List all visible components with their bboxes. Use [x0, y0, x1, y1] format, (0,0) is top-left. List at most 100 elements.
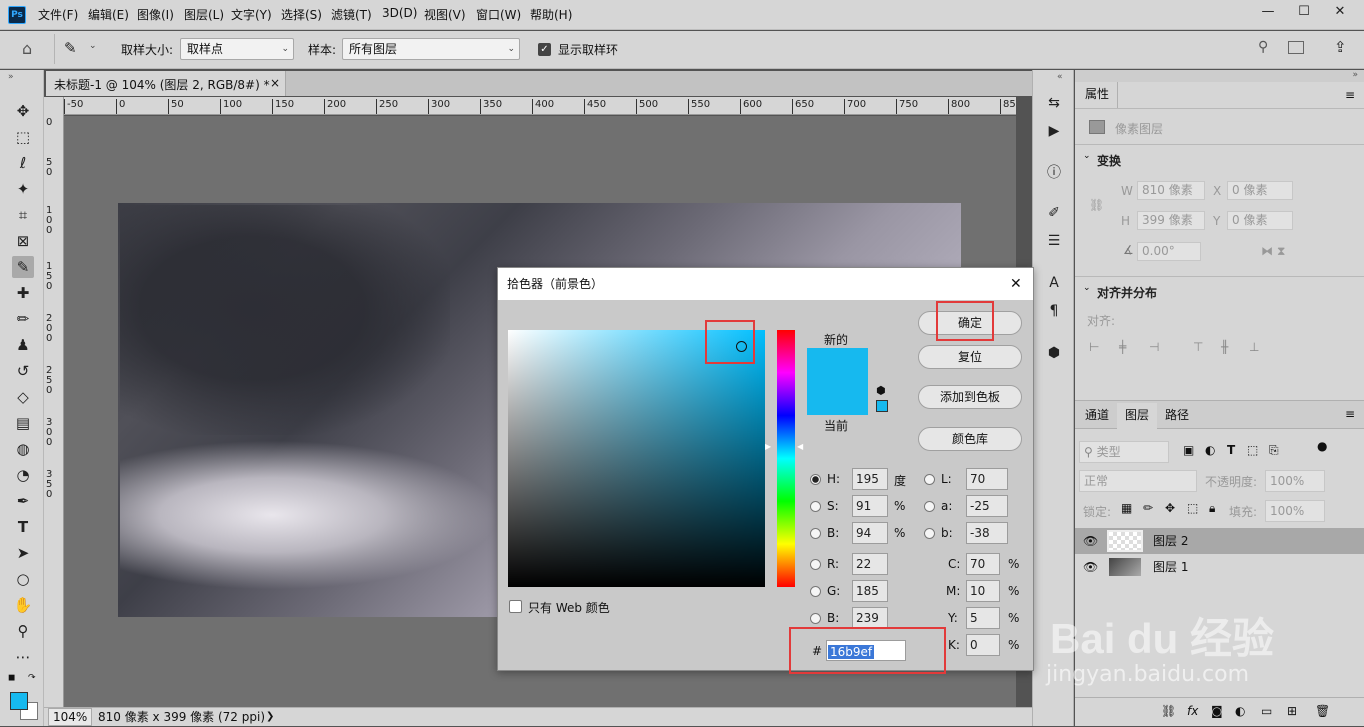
dodge-tool-icon[interactable]: ◔ [12, 464, 34, 486]
close-window-button[interactable]: ✕ [1322, 0, 1358, 26]
align-vcenter-icon[interactable]: ╫ [1221, 340, 1228, 354]
sample-select[interactable]: 所有图层 ⌄ [342, 38, 520, 60]
trash-icon[interactable]: 🗑︎ [1315, 704, 1330, 718]
menu-view[interactable]: 视图(V) [424, 6, 466, 23]
radio-lab-b[interactable] [924, 528, 935, 539]
hand-tool-icon[interactable]: ✋ [12, 594, 34, 616]
radio-g[interactable] [810, 586, 821, 597]
eye-icon[interactable]: 👁︎ [1083, 554, 1098, 580]
eyedropper-tool-preset-icon[interactable]: ✎ [64, 39, 77, 57]
k-field[interactable]: 0 [966, 634, 1000, 656]
minimize-button[interactable]: — [1250, 0, 1286, 26]
menu-window[interactable]: 窗口(W) [476, 6, 521, 23]
fx-icon[interactable]: fx [1187, 704, 1198, 718]
lock-all-icon[interactable]: 🔒︎ [1209, 501, 1215, 516]
lasso-tool-icon[interactable]: ℓ [12, 152, 34, 174]
flip-vertical-icon[interactable]: ⧗ [1277, 244, 1285, 259]
healing-brush-tool-icon[interactable]: ✚ [12, 282, 34, 304]
menu-image[interactable]: 图像(I) [137, 6, 174, 23]
web-safe-swatch[interactable] [876, 400, 888, 412]
h-field[interactable]: 195 [852, 468, 888, 490]
radio-l[interactable] [924, 474, 935, 485]
zoom-field[interactable]: 104% [48, 708, 93, 726]
layer-row[interactable]: 👁︎ 图层 2 [1075, 528, 1364, 554]
menu-3d[interactable]: 3D(D) [382, 6, 417, 20]
hue-slider-right-arrow[interactable]: ◀ [797, 442, 803, 451]
hue-slider-left-arrow[interactable]: ▶ [765, 442, 771, 451]
m-field[interactable]: 10 [966, 580, 1000, 602]
filter-smart-icon[interactable]: ⎘ [1269, 443, 1279, 458]
align-bottom-icon[interactable]: ⊥ [1249, 340, 1259, 354]
flip-horizontal-icon[interactable]: ⧓ [1261, 244, 1273, 258]
vertical-ruler[interactable]: 0 5 0 1 0 0 1 5 0 2 0 0 2 5 0 3 0 0 3 5 … [44, 97, 64, 707]
radio-a[interactable] [924, 501, 935, 512]
path-selection-tool-icon[interactable]: ➤ [12, 542, 34, 564]
brush-tool-icon[interactable]: ✏ [12, 308, 34, 330]
workspace-icon[interactable] [1288, 41, 1304, 54]
collapse-icon[interactable]: » [8, 72, 14, 82]
menu-file[interactable]: 文件(F) [38, 6, 78, 23]
menu-type[interactable]: 文字(Y) [231, 6, 272, 23]
brush-settings-icon[interactable]: ✐ [1043, 202, 1065, 224]
crop-tool-icon[interactable]: ⌗ [12, 204, 34, 226]
character-icon[interactable]: A [1043, 272, 1065, 294]
radio-r[interactable] [810, 559, 821, 570]
menu-select[interactable]: 选择(S) [281, 6, 322, 23]
web-only-checkbox[interactable] [509, 600, 522, 613]
color-libraries-button[interactable]: 颜色库 [918, 427, 1022, 451]
current-color-swatch[interactable] [807, 383, 868, 415]
type-tool-icon[interactable]: T [12, 516, 34, 538]
lock-position-icon[interactable]: ✥ [1165, 501, 1175, 515]
swap-colors-icon[interactable]: ↷ [28, 673, 36, 683]
tab-properties[interactable]: 属性 [1077, 82, 1119, 108]
menu-help[interactable]: 帮助(H) [530, 6, 572, 23]
magic-wand-tool-icon[interactable]: ✦ [12, 178, 34, 200]
reset-button[interactable]: 复位 [918, 345, 1022, 369]
g-field[interactable]: 185 [852, 580, 888, 602]
layer-row[interactable]: 👁︎ 图层 1 [1075, 554, 1364, 580]
align-hcenter-icon[interactable]: ╪ [1119, 340, 1126, 354]
b-field[interactable]: 94 [852, 522, 888, 544]
stamp-tool-icon[interactable]: ♟ [12, 334, 34, 356]
history-brush-tool-icon[interactable]: ↺ [12, 360, 34, 382]
mask-icon[interactable]: ◙ [1211, 704, 1223, 718]
foreground-color-swatch[interactable] [10, 692, 28, 710]
move-tool-icon[interactable]: ✥ [12, 100, 34, 122]
height-field[interactable]: 399 像素 [1137, 211, 1205, 230]
chevron-right-icon[interactable]: ❯ [266, 708, 274, 726]
gradient-tool-icon[interactable]: ▤ [12, 412, 34, 434]
align-left-icon[interactable]: ⊢ [1089, 340, 1099, 354]
3d-icon[interactable]: ⬢ [1043, 342, 1065, 364]
search-icon[interactable]: ⚲ [1258, 39, 1268, 55]
horizontal-ruler[interactable]: -50 0 50 100 150 200 250 300 350 400 450… [64, 97, 1016, 115]
menu-layer[interactable]: 图层(L) [184, 6, 224, 23]
eyedropper-tool-icon[interactable]: ✎ [12, 256, 34, 278]
tab-layers[interactable]: 图层 [1117, 403, 1158, 430]
close-icon[interactable]: ✕ [1010, 268, 1022, 300]
marquee-tool-icon[interactable]: ⬚ [12, 126, 34, 148]
chevron-down-icon[interactable]: ⌄ [89, 41, 97, 51]
actions-play-icon[interactable]: ▶ [1043, 120, 1065, 142]
layer-name[interactable]: 图层 1 [1153, 554, 1188, 580]
x-field[interactable]: 0 像素 [1227, 181, 1293, 200]
blue-field[interactable]: 239 [852, 607, 888, 629]
home-icon[interactable]: ⌂ [22, 39, 32, 58]
filter-adjustment-icon[interactable]: ◐ [1205, 443, 1215, 457]
width-field[interactable]: 810 像素 [1137, 181, 1205, 200]
align-right-icon[interactable]: ⊣ [1149, 340, 1159, 354]
frame-tool-icon[interactable]: ⊠ [12, 230, 34, 252]
pen-tool-icon[interactable]: ✒ [12, 490, 34, 512]
chevron-down-icon[interactable]: ⌄ [1083, 151, 1091, 161]
filter-toggle-icon[interactable]: ● [1317, 439, 1327, 453]
adjustment-icon[interactable]: ◐ [1235, 704, 1245, 718]
menu-edit[interactable]: 编辑(E) [88, 6, 129, 23]
radio-blue[interactable] [810, 613, 821, 624]
share-icon[interactable]: ⇪ [1334, 38, 1347, 56]
panel-menu-icon[interactable]: ≡ [1345, 407, 1355, 421]
fill-field[interactable]: 100% [1265, 500, 1325, 522]
zoom-tool-icon[interactable]: ⚲ [12, 620, 34, 642]
link-icon[interactable]: ⛓ [1161, 704, 1176, 718]
adjustments-icon[interactable]: ☰ [1043, 230, 1065, 252]
folder-icon[interactable]: ▭ [1261, 704, 1272, 718]
blur-tool-icon[interactable]: ◍ [12, 438, 34, 460]
